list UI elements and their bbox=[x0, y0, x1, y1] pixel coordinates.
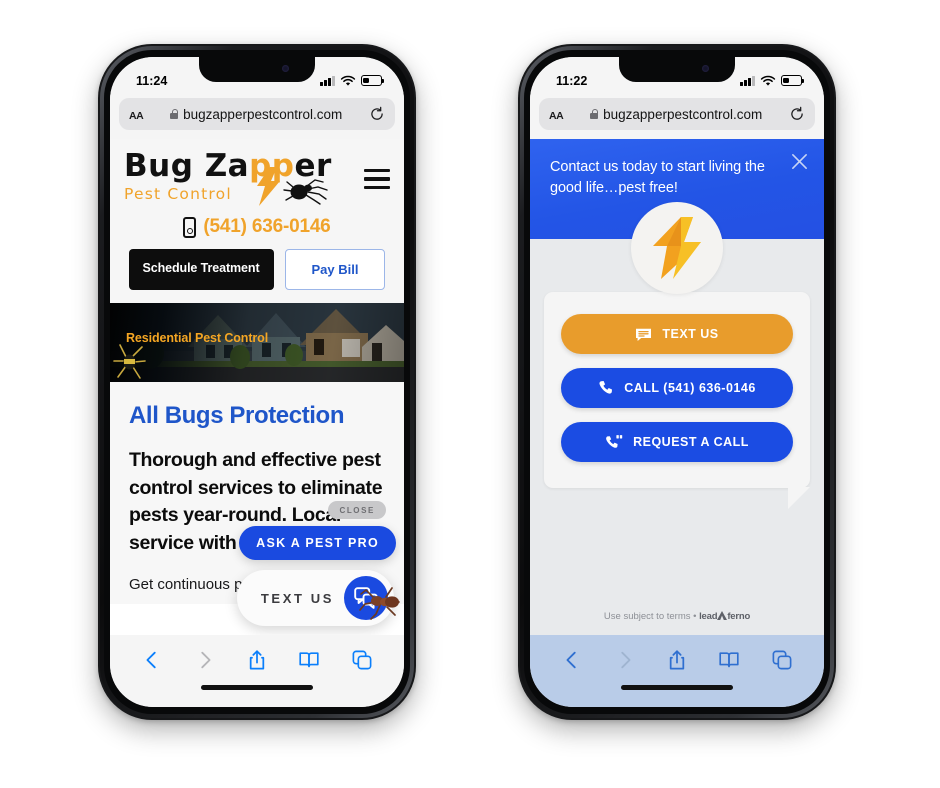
lock-icon bbox=[170, 109, 179, 119]
lightning-bolt-icon bbox=[257, 167, 280, 206]
request-call-label: REQUEST A CALL bbox=[633, 435, 749, 449]
front-camera-icon bbox=[282, 65, 289, 72]
pay-bill-button[interactable]: Pay Bill bbox=[284, 249, 386, 290]
phone-device-left: 11:24 AA bugzapperpestcontrol.com Bug Za… bbox=[98, 44, 416, 720]
bookmarks-icon[interactable] bbox=[718, 649, 740, 671]
reload-icon[interactable] bbox=[789, 106, 805, 122]
close-x-icon[interactable] bbox=[790, 152, 809, 171]
phone-number-text: (541) 636-0146 bbox=[203, 216, 331, 237]
forward-icon bbox=[620, 651, 631, 669]
chat-bubbles-icon[interactable] bbox=[344, 576, 388, 620]
wifi-icon bbox=[340, 75, 356, 86]
safari-url-area-left: AA bugzapperpestcontrol.com bbox=[110, 95, 404, 139]
messenger-greeting: Contact us today to start living the goo… bbox=[550, 159, 765, 197]
notch bbox=[619, 57, 735, 82]
screenshot-canvas: 11:24 AA bugzapperpestcontrol.com Bug Za… bbox=[0, 0, 940, 788]
phone-icon bbox=[599, 381, 613, 394]
footer-brand-ferno[interactable]: ferno bbox=[727, 611, 750, 622]
text-size-icon[interactable]: AA bbox=[129, 107, 144, 122]
text-size-icon[interactable]: AA bbox=[549, 107, 564, 122]
back-icon[interactable] bbox=[561, 649, 583, 671]
battery-low-icon bbox=[781, 75, 804, 86]
signal-bars-icon bbox=[740, 75, 755, 86]
url-center-right: bugzapperpestcontrol.com bbox=[569, 107, 783, 122]
home-indicator-right bbox=[530, 685, 824, 707]
spider-icon bbox=[283, 179, 328, 205]
phone-device-right: 11:22 AA bugzapperpestcontrol.com Contac… bbox=[518, 44, 836, 720]
text-us-pill[interactable]: TEXT US bbox=[236, 570, 394, 626]
site-logo[interactable]: Bug Zapper Pest Control bbox=[124, 151, 332, 207]
safari-address-bar-left[interactable]: AA bugzapperpestcontrol.com bbox=[119, 98, 395, 130]
phone-callback-icon bbox=[606, 435, 623, 448]
phone-screen-left: 11:24 AA bugzapperpestcontrol.com Bug Za… bbox=[110, 57, 404, 707]
footer-terms-link[interactable]: Use subject to terms bbox=[604, 611, 691, 622]
wifi-icon bbox=[760, 75, 776, 86]
share-icon[interactable] bbox=[666, 649, 688, 671]
web-page-viewport-left: Bug Zapper Pest Control (541) 636-0146 S… bbox=[110, 139, 404, 635]
page-title: All Bugs Protection bbox=[129, 402, 345, 429]
footer-brand-lead[interactable]: lead bbox=[699, 611, 717, 622]
signal-bars-icon bbox=[320, 75, 335, 86]
back-icon[interactable] bbox=[141, 649, 163, 671]
hero-label: Residential Pest Control bbox=[126, 331, 269, 345]
site-header: Bug Zapper Pest Control (541) 636-0146 S… bbox=[110, 139, 404, 303]
text-us-button[interactable]: TEXT US bbox=[561, 314, 793, 354]
messenger-header: Contact us today to start living the goo… bbox=[530, 139, 824, 294]
messenger-footer: Use subject to terms • lead ferno bbox=[530, 602, 824, 635]
status-time: 11:24 bbox=[136, 73, 168, 88]
url-text: bugzapperpestcontrol.com bbox=[183, 106, 343, 122]
web-page-viewport-right: Contact us today to start living the goo… bbox=[530, 139, 824, 635]
lightning-bolt-avatar bbox=[653, 217, 701, 279]
notch bbox=[199, 57, 315, 82]
text-us-label: TEXT US bbox=[260, 590, 334, 606]
url-text: bugzapperpestcontrol.com bbox=[603, 106, 763, 122]
front-camera-icon bbox=[702, 65, 709, 72]
message-icon bbox=[636, 328, 652, 341]
phone-screen-right: 11:22 AA bugzapperpestcontrol.com Contac… bbox=[530, 57, 824, 707]
messenger-widget: Contact us today to start living the goo… bbox=[530, 139, 824, 635]
url-center-left: bugzapperpestcontrol.com bbox=[149, 107, 363, 122]
phone-number-row[interactable]: (541) 636-0146 bbox=[124, 216, 390, 238]
logo-row: Bug Zapper Pest Control bbox=[124, 151, 390, 207]
safari-toolbar-right bbox=[530, 635, 824, 685]
ask-a-pest-pro-button[interactable]: ASK A PEST PRO bbox=[239, 526, 396, 560]
bookmarks-icon[interactable] bbox=[298, 649, 320, 671]
lock-icon bbox=[590, 109, 599, 119]
status-time: 11:22 bbox=[556, 73, 588, 88]
safari-url-area-right: AA bugzapperpestcontrol.com bbox=[530, 95, 824, 139]
avatar bbox=[631, 202, 723, 294]
footer-separator: • bbox=[693, 611, 697, 622]
schedule-treatment-button[interactable]: Schedule Treatment bbox=[128, 249, 274, 290]
tabs-icon[interactable] bbox=[771, 649, 793, 671]
safari-address-bar-right[interactable]: AA bugzapperpestcontrol.com bbox=[539, 98, 815, 130]
safari-toolbar-left bbox=[110, 635, 404, 685]
cta-row: Schedule Treatment Pay Bill bbox=[124, 249, 390, 290]
messenger-action-card: TEXT US CALL (541) 636-0146 REQUEST A CA… bbox=[544, 292, 810, 509]
reload-icon[interactable] bbox=[369, 106, 385, 122]
tabs-icon[interactable] bbox=[351, 649, 373, 671]
status-indicators bbox=[320, 75, 384, 87]
text-us-label: TEXT US bbox=[662, 327, 719, 341]
call-label: CALL (541) 636-0146 bbox=[624, 381, 756, 395]
bug-decoration-icon bbox=[113, 344, 146, 379]
battery-low-icon bbox=[361, 75, 384, 86]
home-indicator-left bbox=[110, 685, 404, 707]
hero-banner: Residential Pest Control bbox=[110, 303, 404, 382]
request-a-call-button[interactable]: REQUEST A CALL bbox=[561, 422, 793, 462]
share-icon[interactable] bbox=[246, 649, 268, 671]
call-button[interactable]: CALL (541) 636-0146 bbox=[561, 368, 793, 408]
hamburger-menu-icon[interactable] bbox=[364, 169, 390, 189]
widget-close-button[interactable]: CLOSE bbox=[328, 501, 386, 519]
mobile-phone-icon bbox=[183, 216, 197, 238]
forward-icon bbox=[200, 651, 211, 669]
leadferno-mark-icon bbox=[717, 611, 728, 620]
status-indicators bbox=[740, 75, 804, 87]
